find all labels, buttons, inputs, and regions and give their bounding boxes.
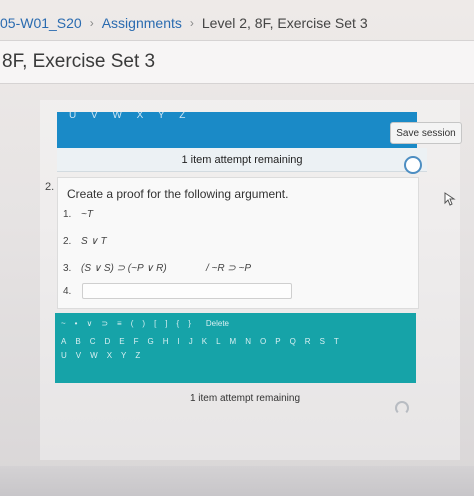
key-disjunction[interactable]: ∨ bbox=[86, 319, 92, 329]
key-letter[interactable]: E bbox=[119, 337, 124, 347]
key-letter[interactable]: W bbox=[90, 351, 98, 361]
key-letter[interactable]: T bbox=[334, 337, 339, 347]
key-letter[interactable]: P bbox=[275, 337, 280, 347]
key-letter[interactable]: Y bbox=[121, 351, 126, 361]
proof-line-3: 3. (S ∨ S) ⊃ (~P ∨ R) bbox=[63, 263, 167, 274]
attempts-remaining-text-bottom: 1 item attempt remaining bbox=[189, 393, 301, 404]
palette-letters[interactable]: U V W X Y Z bbox=[69, 112, 191, 121]
key-close-paren[interactable]: ) bbox=[142, 319, 145, 329]
key-letter[interactable]: D bbox=[104, 337, 110, 347]
keyboard-letter-row-1: A B C D E F G H I J K L M N O P Q R S T bbox=[61, 337, 348, 347]
argument-conclusion: / ~R ⊃ ~P bbox=[206, 263, 252, 274]
key-letter[interactable]: O bbox=[260, 337, 266, 347]
breadcrumb-current: Level 2, 8F, Exercise Set 3 bbox=[201, 15, 368, 31]
line-formula: S ∨ T bbox=[81, 236, 107, 247]
key-letter[interactable]: K bbox=[202, 337, 207, 347]
key-letter[interactable]: C bbox=[90, 337, 96, 347]
line-number: 1. bbox=[63, 209, 72, 220]
key-letter[interactable]: L bbox=[216, 337, 220, 347]
key-letter[interactable]: V bbox=[76, 351, 81, 361]
status-circle-icon[interactable] bbox=[395, 401, 409, 415]
line-formula: (S ∨ S) ⊃ (~P ∨ R) bbox=[81, 263, 167, 274]
question-number: 2. bbox=[45, 181, 55, 193]
key-letter[interactable]: M bbox=[230, 337, 237, 347]
line-formula: ~T bbox=[81, 209, 93, 220]
key-delete[interactable]: Delete bbox=[206, 319, 229, 329]
key-negation[interactable]: ~ bbox=[61, 319, 66, 329]
status-circle-icon[interactable] bbox=[404, 156, 422, 174]
chevron-right-icon: › bbox=[189, 16, 194, 30]
breadcrumb-course-link[interactable]: 05-W01_S20 bbox=[0, 15, 82, 31]
key-open-paren[interactable]: ( bbox=[131, 319, 134, 329]
key-letter[interactable]: X bbox=[107, 351, 112, 361]
symbol-palette-top: U V W X Y Z bbox=[57, 112, 417, 150]
key-letter[interactable]: J bbox=[189, 337, 193, 347]
breadcrumb: 05-W01_S20 › Assignments › Level 2, 8F, … bbox=[0, 10, 474, 36]
question-prompt: Create a proof for the following argumen… bbox=[67, 187, 289, 201]
line-number: 2. bbox=[63, 236, 72, 247]
mouse-cursor-icon bbox=[444, 192, 456, 206]
key-biconditional[interactable]: ≡ bbox=[117, 319, 122, 329]
attempts-remaining-text: 1 item attempt remaining bbox=[181, 153, 303, 166]
key-letter[interactable]: Z bbox=[135, 351, 140, 361]
key-letter[interactable]: F bbox=[134, 337, 139, 347]
title-bar: 8F, Exercise Set 3 bbox=[0, 40, 474, 84]
page-title: 8F, Exercise Set 3 bbox=[2, 51, 156, 72]
key-letter[interactable]: B bbox=[75, 337, 80, 347]
save-session-button[interactable]: Save session bbox=[390, 122, 462, 144]
key-letter[interactable]: H bbox=[163, 337, 169, 347]
key-conjunction[interactable]: • bbox=[75, 319, 78, 329]
key-conditional[interactable]: ⊃ bbox=[101, 319, 108, 329]
proof-line-1: 1. ~T bbox=[63, 209, 93, 220]
key-letter[interactable]: A bbox=[61, 337, 66, 347]
bottom-strip bbox=[0, 466, 474, 496]
proof-line-input[interactable] bbox=[82, 283, 292, 299]
line-number: 3. bbox=[63, 263, 72, 274]
key-open-bracket[interactable]: [ bbox=[154, 319, 156, 329]
breadcrumb-assignments-link[interactable]: Assignments bbox=[102, 15, 182, 31]
question-card: Create a proof for the following argumen… bbox=[57, 177, 419, 309]
key-letter[interactable]: R bbox=[305, 337, 311, 347]
proof-line-4: 4. bbox=[63, 286, 81, 297]
key-letter[interactable]: G bbox=[147, 337, 153, 347]
keyboard-symbol-row: ~ • ∨ ⊃ ≡ ( ) [ ] { } Delete bbox=[61, 319, 238, 329]
key-letter[interactable]: U bbox=[61, 351, 67, 361]
keyboard-letter-row-2: U V W X Y Z bbox=[61, 351, 149, 361]
attempts-remaining-bar: 1 item attempt remaining bbox=[57, 148, 427, 172]
key-letter[interactable]: S bbox=[320, 337, 325, 347]
symbol-keyboard: ~ • ∨ ⊃ ≡ ( ) [ ] { } Delete A B C D E F… bbox=[55, 313, 416, 383]
key-letter[interactable]: I bbox=[178, 337, 180, 347]
key-open-brace[interactable]: { bbox=[177, 319, 180, 329]
key-letter[interactable]: N bbox=[245, 337, 251, 347]
line-number: 4. bbox=[63, 286, 72, 297]
key-close-bracket[interactable]: ] bbox=[165, 319, 167, 329]
key-close-brace[interactable]: } bbox=[188, 319, 191, 329]
proof-line-2: 2. S ∨ T bbox=[63, 236, 107, 247]
chevron-right-icon: › bbox=[89, 16, 94, 30]
key-letter[interactable]: Q bbox=[290, 337, 296, 347]
